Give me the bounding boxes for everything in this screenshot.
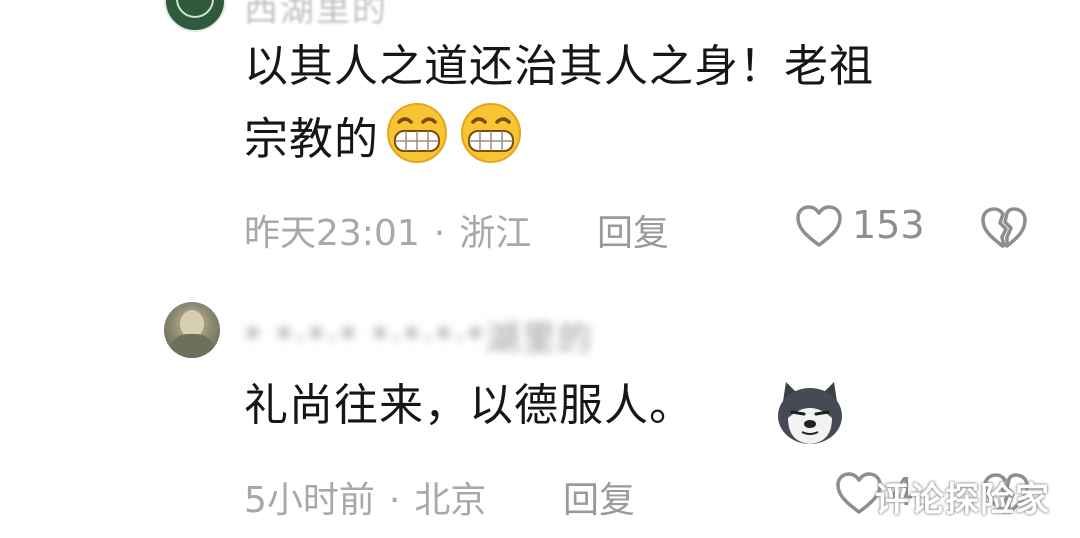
reply-button[interactable]: 回复 [563, 471, 635, 523]
comment-time: 5小时前 [244, 480, 375, 521]
reply-button[interactable]: 回复 [597, 204, 669, 256]
comment-line-text: 宗教的 [244, 114, 379, 165]
avatar-logo [176, 0, 214, 18]
user-avatar[interactable] [164, 302, 220, 358]
heart-outline-icon[interactable] [794, 203, 844, 249]
comment-line: 宗教的 [244, 102, 1024, 175]
like-count: 153 [852, 203, 925, 247]
comment-meta: 5小时前 · 北京 [244, 471, 486, 523]
separator-dot: · [388, 480, 401, 521]
grin-emoji-icon [387, 103, 447, 163]
avatar-body [172, 334, 212, 358]
comment-meta: 昨天23:01 · 浙江 [244, 204, 531, 256]
comment-time: 昨天23:01 [244, 213, 420, 254]
comment-text: 以其人之道还治其人之身！老祖 宗教的 [244, 32, 1024, 175]
user-name[interactable]: 西湖里的 [244, 0, 388, 31]
watermark: 评论探险家 [875, 480, 1050, 520]
grin-emoji-icon [461, 103, 521, 163]
dog-emoji-icon [778, 382, 842, 444]
user-name[interactable]: * *·*·* *·*·*·*湖里的 [244, 311, 594, 360]
user-avatar[interactable] [164, 0, 226, 32]
comment-text: 礼尚往来，以德服人。 [244, 380, 694, 431]
broken-heart-icon[interactable] [978, 205, 1030, 251]
comment-location: 浙江 [459, 213, 532, 254]
separator-dot: · [433, 213, 446, 254]
comment-location: 北京 [414, 480, 487, 521]
comment-line: 以其人之道还治其人之身！老祖 [244, 41, 874, 92]
